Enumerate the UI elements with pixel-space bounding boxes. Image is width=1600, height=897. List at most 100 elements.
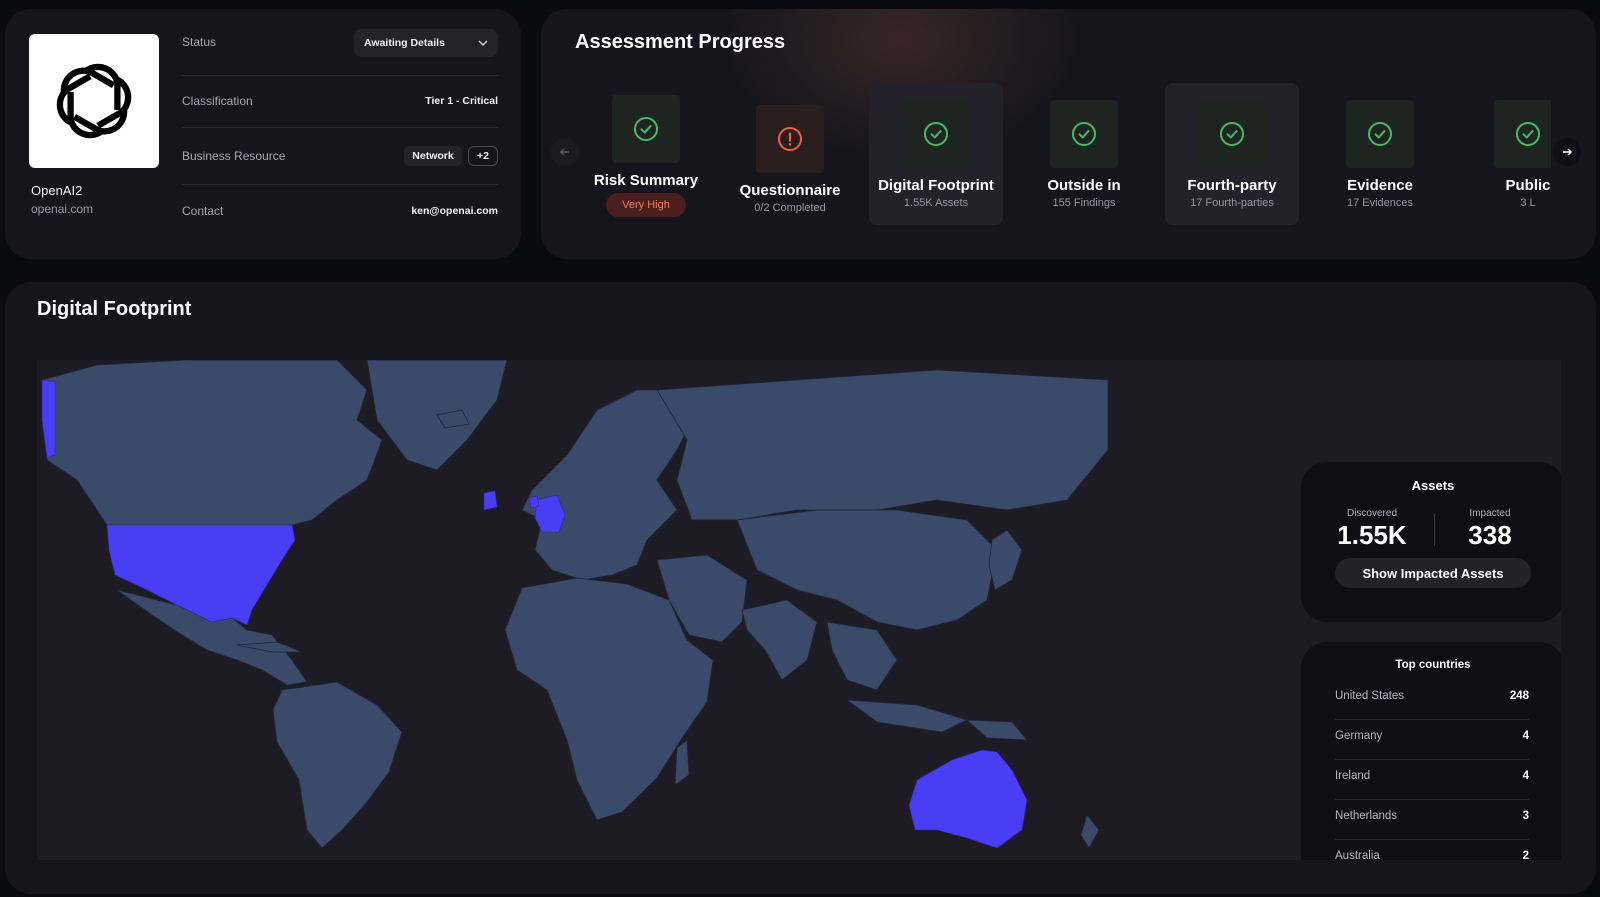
assets-title: Assets <box>1411 478 1455 493</box>
check-circle-icon <box>924 122 948 146</box>
step-title: Digital Footprint <box>878 177 994 194</box>
step-icon-box <box>756 105 824 173</box>
status-select[interactable]: Awaiting Details <box>354 29 498 57</box>
assessment-progress-card: Assessment Progress Risk Summary Very Hi… <box>541 9 1596 259</box>
prev-button[interactable] <box>551 138 579 166</box>
country-india <box>741 599 818 681</box>
step-digital-footprint[interactable]: Digital Footprint 1.55K Assets <box>869 83 1003 225</box>
step-title: Outside in <box>1047 177 1121 194</box>
step-subtitle: 155 Findings <box>1052 197 1116 209</box>
country-ireland <box>483 490 498 511</box>
business-resource-chip[interactable]: Network <box>404 146 462 166</box>
status-value: Awaiting Details <box>364 37 445 49</box>
country-canada <box>41 360 383 526</box>
step-icon-box <box>1050 100 1118 168</box>
vendor-logo <box>29 34 159 168</box>
country-europe <box>521 389 693 581</box>
classification-label: Classification <box>182 94 253 108</box>
country-australia <box>908 749 1028 849</box>
step-outside-in[interactable]: Outside in 155 Findings <box>1017 83 1151 225</box>
check-circle-icon <box>634 117 658 141</box>
classification-row: Classification Tier 1 - Critical <box>182 76 498 128</box>
openai-logo-icon <box>56 63 132 139</box>
assets-summary: Assets Discovered 1.55K Impacted 338 Sho… <box>1301 462 1561 622</box>
country-japan <box>988 529 1023 591</box>
country-count: 4 <box>1522 730 1529 742</box>
country-brazil <box>272 681 403 849</box>
step-public[interactable]: Public 3 L <box>1461 83 1551 225</box>
step-subtitle: 3 L <box>1520 197 1536 209</box>
check-circle-icon <box>1368 122 1392 146</box>
step-risk-summary[interactable]: Risk Summary Very High <box>579 83 713 225</box>
alert-circle-icon <box>778 127 802 151</box>
risk-level-badge: Very High <box>606 193 686 217</box>
assessment-title: Assessment Progress <box>575 31 786 53</box>
country-row[interactable]: Ireland 4 <box>1335 760 1529 800</box>
step-icon-box <box>1198 100 1266 168</box>
vendor-card: OpenAI2 openai.com Status Awaiting Detai… <box>5 9 521 259</box>
chevron-down-icon <box>478 40 488 47</box>
step-subtitle: 1.55K Assets <box>903 197 969 209</box>
country-madagascar <box>674 739 690 786</box>
business-resource-more-chip[interactable]: +2 <box>468 146 498 166</box>
country-row[interactable]: Germany 4 <box>1335 720 1529 760</box>
step-title: Fourth-party <box>1187 177 1277 194</box>
vendor-domain: openai.com <box>31 202 94 216</box>
step-fourth-party[interactable]: Fourth-party 17 Fourth-parties <box>1165 83 1299 225</box>
step-icon-box <box>612 95 680 163</box>
step-icon-box <box>902 100 970 168</box>
show-impacted-assets-button[interactable]: Show Impacted Assets <box>1335 558 1531 588</box>
country-row[interactable]: United States 248 <box>1335 680 1529 720</box>
footprint-title: Digital Footprint <box>37 298 192 320</box>
step-title: Questionnaire <box>739 182 841 199</box>
discovered-label: Discovered <box>1346 508 1398 519</box>
country-indonesia <box>846 699 968 733</box>
impacted-value: 338 <box>1468 520 1512 550</box>
top-countries-panel: Top countries United States 248 Germany … <box>1301 642 1561 860</box>
check-circle-icon <box>1220 122 1244 146</box>
country-row[interactable]: Australia 2 <box>1335 840 1529 860</box>
step-icon-box <box>1346 100 1414 168</box>
step-title: Risk Summary <box>593 172 699 189</box>
business-resource-label: Business Resource <box>182 149 286 163</box>
step-title: Evidence <box>1347 177 1413 194</box>
country-count: 4 <box>1522 770 1529 782</box>
country-russia <box>656 369 1109 521</box>
next-button[interactable] <box>1553 138 1581 166</box>
step-evidence[interactable]: Evidence 17 Evidences <box>1313 83 1447 225</box>
country-name: United States <box>1335 690 1405 702</box>
classification-value: Tier 1 - Critical <box>425 95 498 107</box>
country-name: Netherlands <box>1335 810 1398 822</box>
country-name: Ireland <box>1335 770 1371 782</box>
business-resource-row: Business Resource Network +2 <box>182 128 498 185</box>
check-circle-icon <box>1072 122 1096 146</box>
contact-row: Contact ken@openai.com <box>182 185 498 237</box>
country-alaska <box>41 379 56 459</box>
arrow-right-icon <box>1563 148 1573 156</box>
arrow-left-icon <box>560 148 569 156</box>
discovered-value: 1.55K <box>1337 520 1407 550</box>
contact-value[interactable]: ken@openai.com <box>411 205 498 217</box>
country-papua-new-guinea <box>966 719 1028 741</box>
status-row: Status Awaiting Details <box>182 24 498 76</box>
contact-label: Contact <box>182 204 224 218</box>
check-circle-icon <box>1516 122 1540 146</box>
country-new-zealand <box>1080 814 1100 849</box>
country-name: Australia <box>1335 850 1380 860</box>
status-label: Status <box>182 35 217 49</box>
step-questionnaire[interactable]: Questionnaire 0/2 Completed <box>723 83 857 225</box>
step-subtitle: 17 Evidences <box>1346 197 1414 209</box>
country-name: Germany <box>1335 730 1383 742</box>
country-count: 2 <box>1522 850 1529 860</box>
step-subtitle: 0/2 Completed <box>754 202 826 214</box>
country-row[interactable]: Netherlands 3 <box>1335 800 1529 840</box>
step-title: Public <box>1505 177 1551 194</box>
digital-footprint-card: Digital Footprint Assets Discovered 1.55… <box>5 282 1596 894</box>
impacted-label: Impacted <box>1469 508 1511 519</box>
country-southeast-asia <box>826 621 898 691</box>
country-count: 248 <box>1509 690 1529 702</box>
vendor-name: OpenAI2 <box>31 183 83 198</box>
step-subtitle: 17 Fourth-parties <box>1190 197 1274 209</box>
world-map[interactable]: Assets Discovered 1.55K Impacted 338 Sho… <box>37 360 1561 860</box>
country-netherlands <box>528 495 540 509</box>
